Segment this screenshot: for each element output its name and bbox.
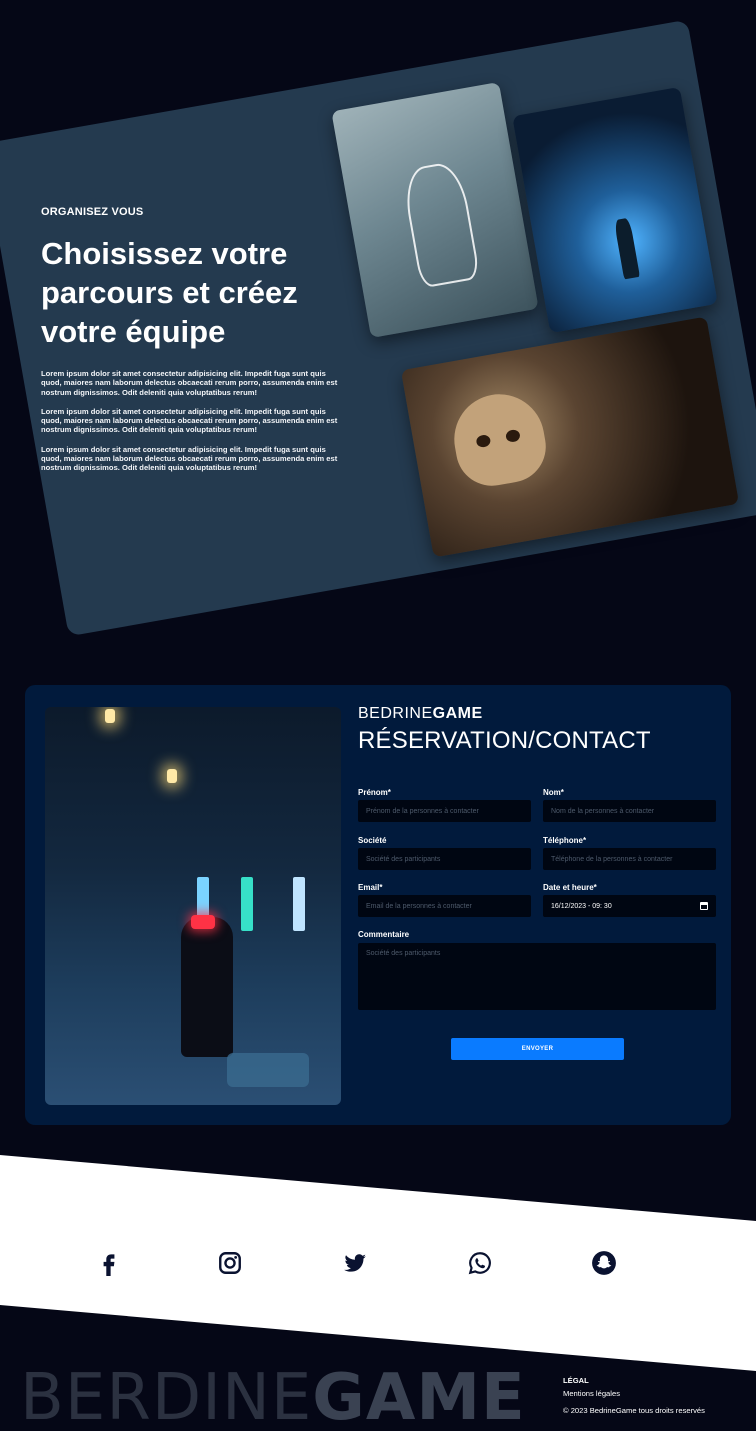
window-light [241, 877, 253, 931]
prenom-field[interactable]: Prénom de la personnes à contacter [358, 800, 531, 822]
facebook-icon[interactable] [94, 1248, 124, 1278]
email-field[interactable]: Email de la personnes à contacter [358, 895, 531, 917]
hero-title: Choisissez votre parcours et créez votre… [41, 236, 298, 349]
brand-light-text: BEDRINE [358, 705, 433, 722]
reservation-brand: BEDRINEGAME [358, 705, 483, 723]
calendar-icon[interactable] [700, 902, 708, 910]
footer-brand-logo: BERDINEGAME [20, 1366, 526, 1430]
hero-paragraph: Lorem ipsum dolor sit amet consectetur a… [41, 369, 338, 397]
societe-field[interactable]: Société des participants [358, 848, 531, 870]
reservation-title: RÉSERVATION/CONTACT [358, 727, 651, 754]
footer-legal: LÉGAL Mentions légales © 2023 BedrineGam… [563, 1374, 705, 1417]
street-lamp [105, 709, 115, 723]
snapchat-icon[interactable] [589, 1248, 619, 1278]
mentions-legales-link[interactable]: Mentions légales [563, 1387, 705, 1400]
body-outline-shape [400, 159, 481, 289]
date-time-value: 16/12/2023 - 09: 30 [551, 902, 612, 910]
hero-text-block: ORGANISEZ VOUS Choisissez votre parcours… [41, 206, 341, 473]
twitter-icon[interactable] [340, 1248, 370, 1278]
figure-glowing-head [191, 915, 215, 929]
societe-label: Société [358, 836, 387, 845]
send-button[interactable]: ENVOYER [451, 1038, 624, 1060]
figure-silhouette [181, 917, 233, 1057]
footer-brand-light: BERDINE [20, 1361, 313, 1431]
night-street-photo [45, 707, 341, 1105]
whatsapp-icon[interactable] [465, 1248, 495, 1278]
commentaire-textarea[interactable]: Société des participants [358, 943, 716, 1010]
legal-heading: LÉGAL [563, 1376, 589, 1385]
email-label: Email* [358, 883, 383, 892]
brand-bold-text: GAME [432, 705, 483, 722]
hero-paragraph: Lorem ipsum dolor sit amet consectetur a… [41, 406, 338, 435]
copyright-text: © 2023 BedrineGame tous droits reservés [563, 1406, 705, 1415]
hero-eyebrow: ORGANISEZ VOUS [41, 206, 144, 218]
date-label: Date et heure* [543, 883, 597, 892]
nom-label: Nom* [543, 788, 564, 797]
window-light [293, 877, 305, 931]
skull-shape [447, 387, 552, 492]
instagram-icon[interactable] [215, 1248, 245, 1278]
hand-shape [613, 217, 640, 280]
prenom-label: Prénom* [358, 788, 391, 797]
hero-paragraph: Lorem ipsum dolor sit amet consectetur a… [41, 444, 338, 473]
nom-field[interactable]: Nom de la personnes à contacter [543, 800, 716, 822]
telephone-label: Téléphone* [543, 836, 587, 845]
telephone-field[interactable]: Téléphone de la personnes à contacter [543, 848, 716, 870]
footer-brand-bold: GAME [312, 1361, 526, 1431]
commentaire-label: Commentaire [358, 930, 410, 939]
street-lamp [167, 769, 177, 783]
manhole-cover [227, 1053, 309, 1087]
date-time-field[interactable]: 16/12/2023 - 09: 30 [543, 895, 716, 917]
